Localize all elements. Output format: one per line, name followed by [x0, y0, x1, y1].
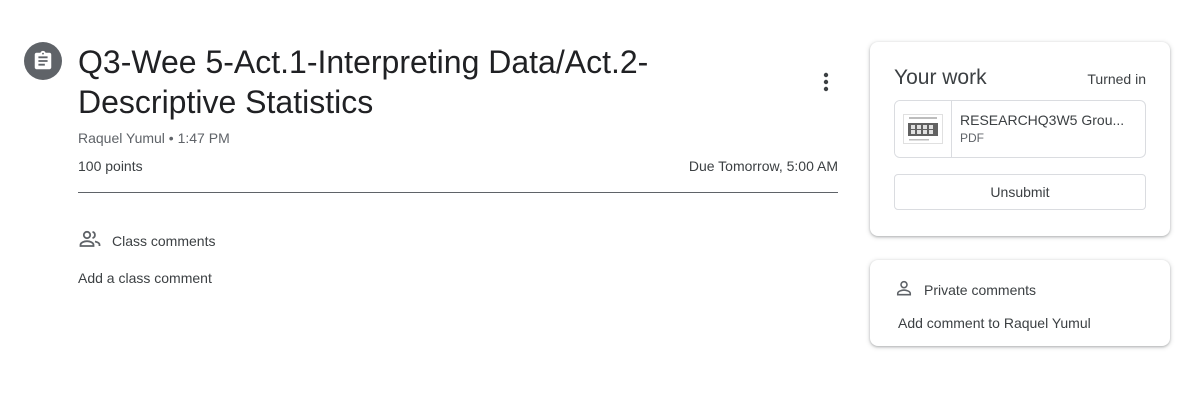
more-vert-icon	[823, 72, 829, 92]
your-work-title: Your work	[894, 66, 987, 89]
attachment-type: PDF	[960, 131, 984, 145]
assignment-details: Q3-Wee 5-Act.1-Interpreting Data/Act.2-D…	[78, 42, 838, 288]
assignment-meta: Raquel Yumul • 1:47 PM	[78, 130, 230, 146]
private-comments-card: Private comments Add comment to Raquel Y…	[870, 260, 1170, 346]
people-icon	[78, 227, 102, 254]
pdf-thumbnail	[895, 101, 952, 157]
add-private-comment-link[interactable]: Add comment to Raquel Yumul	[870, 301, 1170, 331]
due-date: Due Tomorrow, 5:00 AM	[688, 158, 838, 174]
points: 100 points	[78, 158, 143, 174]
add-class-comment-link[interactable]: Add a class comment	[78, 270, 212, 286]
more-options-button[interactable]	[812, 68, 840, 96]
points-row: 100 points Due Tomorrow, 5:00 AM	[78, 158, 838, 193]
person-icon	[894, 278, 914, 301]
assignment-title: Q3-Wee 5-Act.1-Interpreting Data/Act.2-D…	[78, 44, 649, 120]
class-comments-header: Class comments	[78, 227, 838, 254]
class-comments-label: Class comments	[112, 232, 216, 249]
status-badge: Turned in	[1087, 71, 1146, 87]
your-work-card: Your work Turned in RESEARCHQ3W5 Grou...	[870, 42, 1170, 236]
attachment-item[interactable]: RESEARCHQ3W5 Grou... PDF	[894, 100, 1146, 158]
unsubmit-button[interactable]: Unsubmit	[894, 174, 1146, 210]
attachment-name: RESEARCHQ3W5 Grou...	[960, 112, 1125, 128]
private-comments-label: Private comments	[924, 281, 1037, 298]
assignment-icon	[24, 42, 62, 80]
